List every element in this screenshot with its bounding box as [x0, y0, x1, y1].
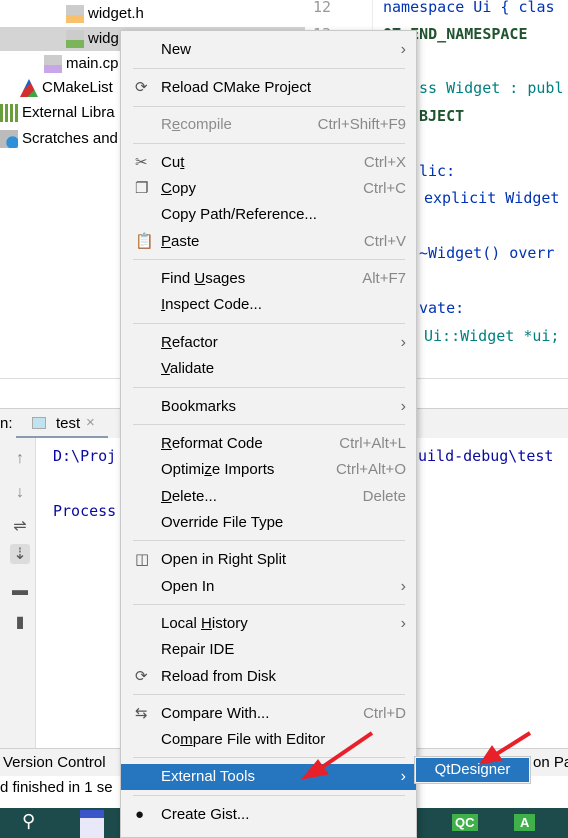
- arrow-annotation: [300, 731, 374, 780]
- arrow-annotation: [478, 731, 532, 765]
- annotation-arrows: [300, 731, 532, 780]
